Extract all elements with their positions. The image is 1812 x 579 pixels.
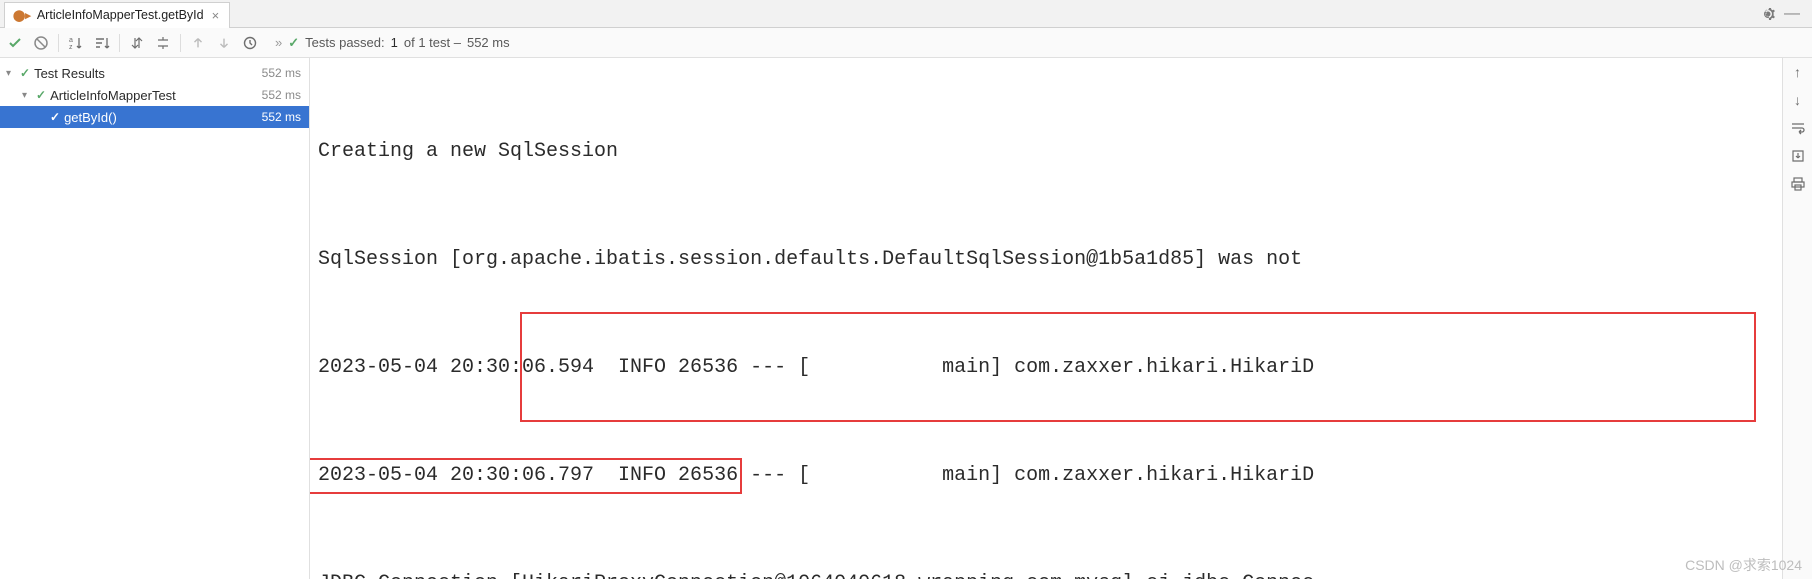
console-line: Creating a new SqlSession: [318, 134, 1782, 170]
console-gutter: ↑ ↓: [1782, 58, 1812, 579]
tree-root[interactable]: ▾ ✓ Test Results 552 ms: [0, 62, 309, 84]
console-output[interactable]: Creating a new SqlSession SqlSession [or…: [310, 58, 1782, 579]
console-line: 2023-05-04 20:30:06.594 INFO 26536 --- […: [318, 350, 1782, 386]
sort-duration-icon[interactable]: [90, 31, 114, 55]
prev-failed-icon[interactable]: [186, 31, 210, 55]
close-icon[interactable]: ×: [210, 8, 222, 23]
svg-text:a: a: [69, 37, 73, 44]
tree-class[interactable]: ▾ ✓ ArticleInfoMapperTest 552 ms: [0, 84, 309, 106]
show-ignored-icon[interactable]: [29, 31, 53, 55]
soft-wrap-icon[interactable]: [1790, 120, 1806, 136]
chevron-down-icon[interactable]: ▾: [6, 68, 20, 79]
tree-label: ArticleInfoMapperTest: [50, 88, 262, 103]
check-icon: ✓: [36, 88, 46, 102]
check-icon: ✓: [20, 66, 30, 80]
summary-duration: 552 ms: [467, 35, 510, 50]
watermark: CSDN @求索1024: [1685, 555, 1802, 575]
separator: [119, 34, 120, 52]
run-config-tab[interactable]: ⬤▸ ArticleInfoMapperTest.getById ×: [4, 2, 230, 28]
expand-all-icon[interactable]: [125, 31, 149, 55]
scroll-to-end-icon[interactable]: [1790, 148, 1806, 164]
tree-method[interactable]: ✓ getById() 552 ms: [0, 106, 309, 128]
summary-prefix: Tests passed:: [305, 35, 385, 50]
summary-passed: 1: [391, 35, 398, 50]
tree-label: getById(): [64, 110, 262, 125]
tree-time: 552 ms: [262, 88, 309, 102]
gear-icon[interactable]: [1756, 6, 1780, 22]
sort-alpha-icon[interactable]: az: [64, 31, 88, 55]
next-failed-icon[interactable]: [212, 31, 236, 55]
summary-middle: of 1 test –: [404, 35, 461, 50]
print-icon[interactable]: [1790, 176, 1806, 192]
chevron-right-icon: »: [275, 35, 282, 50]
tree-label: Test Results: [34, 66, 262, 81]
up-arrow-icon[interactable]: ↑: [1794, 64, 1801, 80]
export-icon[interactable]: [238, 31, 262, 55]
tab-bar: ⬤▸ ArticleInfoMapperTest.getById × —: [0, 0, 1812, 28]
show-passed-icon[interactable]: [3, 31, 27, 55]
tests-summary: » ✓ Tests passed: 1 of 1 test – 552 ms: [275, 35, 510, 51]
check-icon: ✓: [50, 110, 60, 124]
collapse-all-icon[interactable]: [151, 31, 175, 55]
separator: [180, 34, 181, 52]
console-line: JDBC Connection [HikariProxyConnection@1…: [318, 566, 1782, 579]
test-tree[interactable]: ▾ ✓ Test Results 552 ms ▾ ✓ ArticleInfoM…: [0, 58, 310, 579]
test-toolbar: az » ✓ Tests passed: 1 of 1 test – 552 m…: [0, 28, 1812, 58]
main-content: ▾ ✓ Test Results 552 ms ▾ ✓ ArticleInfoM…: [0, 58, 1812, 579]
down-arrow-icon[interactable]: ↓: [1794, 92, 1801, 108]
check-icon: ✓: [288, 35, 299, 51]
console-line: 2023-05-04 20:30:06.797 INFO 26536 --- […: [318, 458, 1782, 494]
separator: [58, 34, 59, 52]
chevron-down-icon[interactable]: ▾: [22, 90, 36, 101]
tree-time: 552 ms: [262, 66, 309, 80]
junit-icon: ⬤▸: [13, 9, 31, 22]
tree-time: 552 ms: [262, 110, 309, 124]
console-line: SqlSession [org.apache.ibatis.session.de…: [318, 242, 1782, 278]
tab-label: ArticleInfoMapperTest.getById: [37, 8, 204, 22]
hide-icon[interactable]: —: [1780, 5, 1804, 23]
svg-text:z: z: [69, 44, 73, 51]
